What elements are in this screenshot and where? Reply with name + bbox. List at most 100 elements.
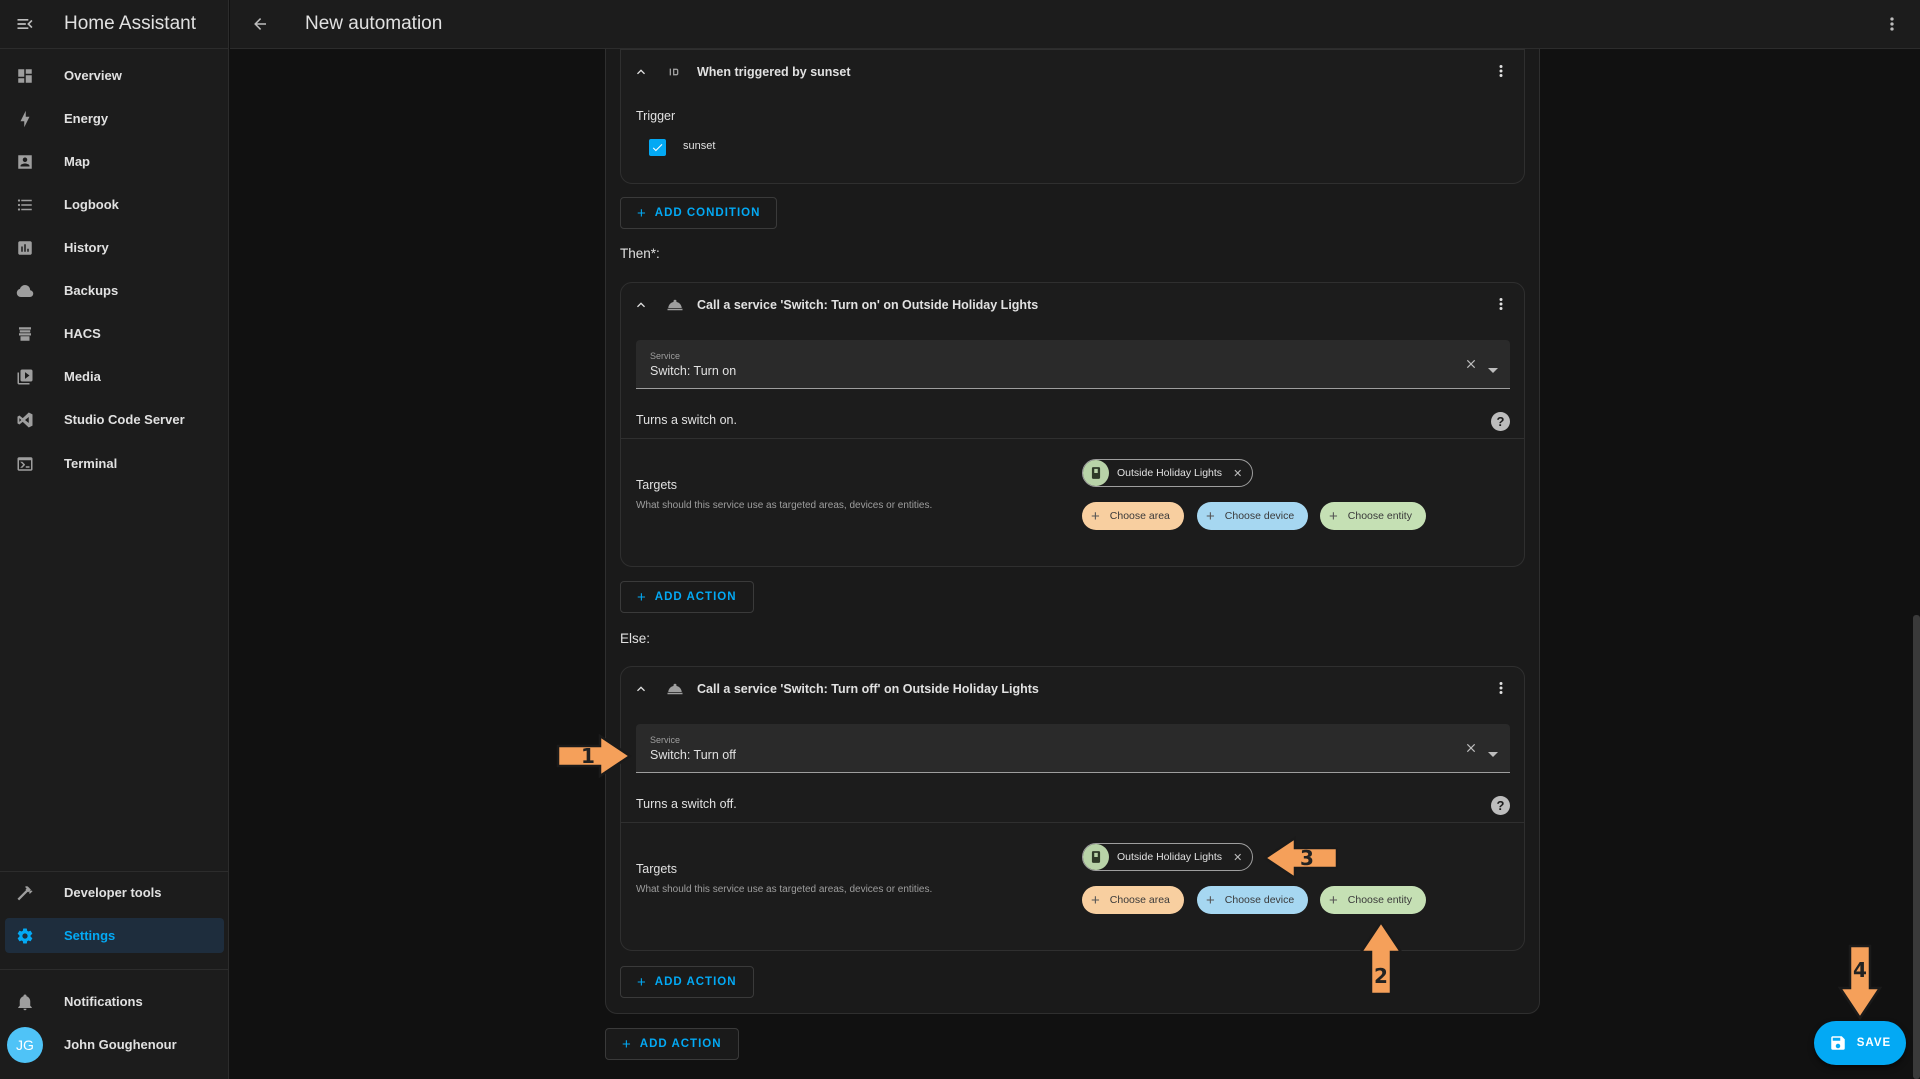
dots-vertical-icon[interactable]: [1492, 62, 1510, 85]
sidebar-item-label: HACS: [64, 326, 101, 341]
menu-toggle-button[interactable]: [0, 0, 49, 49]
chevron-up-icon[interactable]: [623, 297, 659, 313]
service-description: Turns a switch on.: [636, 413, 737, 427]
targets-title: Targets: [636, 478, 677, 492]
dashboard-icon: [5, 67, 45, 85]
choose-area-label: Choose area: [1109, 894, 1170, 906]
choose-entity-button[interactable]: + Choose entity: [1320, 502, 1426, 530]
save-button[interactable]: SAVE: [1814, 1021, 1906, 1065]
choose-entity-button[interactable]: + Choose entity: [1320, 886, 1426, 914]
sunset-checkbox[interactable]: [649, 139, 666, 156]
scrollbar[interactable]: [1913, 615, 1920, 1079]
entity-chip[interactable]: Outside Holiday Lights ✕: [1082, 843, 1254, 871]
add-condition-button[interactable]: + ADD CONDITION: [620, 197, 778, 229]
save-label: SAVE: [1856, 1037, 1892, 1049]
plus-icon: +: [637, 588, 647, 606]
avatar: JG: [7, 1026, 43, 1063]
plus-icon: +: [637, 973, 647, 991]
console-icon: [5, 455, 45, 473]
bell-icon: [5, 993, 45, 1011]
service-field-value: Switch: Turn off: [650, 748, 736, 762]
checkbox-label: sunset: [683, 140, 716, 152]
choose-device-button[interactable]: + Choose device: [1197, 502, 1309, 530]
sidebar-item-label: Logbook: [64, 197, 119, 212]
sidebar-item-label: Studio Code Server: [64, 412, 185, 427]
add-action-button-else[interactable]: + ADD ACTION: [620, 966, 754, 998]
chevron-up-icon[interactable]: [623, 64, 659, 80]
sidebar-item-developer-tools[interactable]: Developer tools: [5, 875, 224, 910]
arrow-left-icon: [254, 18, 266, 30]
plus-icon: +: [1091, 891, 1100, 909]
sidebar-item-backups[interactable]: Backups: [5, 273, 224, 308]
add-action-button-then[interactable]: + ADD ACTION: [620, 581, 754, 613]
room-service-icon: [663, 296, 687, 314]
more-menu-button[interactable]: [1882, 14, 1902, 39]
sidebar-item-history[interactable]: History: [5, 230, 224, 265]
sidebar-item-label: Settings: [64, 928, 116, 943]
add-condition-label: ADD CONDITION: [654, 207, 761, 219]
sidebar-item-map[interactable]: Map: [5, 144, 224, 179]
then-action-title: Call a service 'Switch: Turn on' on Outs…: [697, 298, 1039, 312]
sidebar-item-hacs[interactable]: HACS: [5, 316, 224, 351]
sidebar-item-notifications[interactable]: Notifications: [5, 984, 224, 1019]
content-save-icon: [1831, 1036, 1845, 1050]
sidebar-item-label: Media: [64, 369, 101, 384]
sidebar-item-overview[interactable]: Overview: [5, 58, 224, 93]
annotation-number: 4: [1853, 958, 1867, 982]
close-icon[interactable]: [1464, 741, 1478, 760]
sidebar-item-label: Overview: [64, 68, 122, 83]
annotation-number: 2: [1374, 964, 1388, 988]
room-service-icon: [663, 680, 687, 698]
choose-area-button[interactable]: + Choose area: [1082, 886, 1184, 914]
plus-icon: +: [1091, 507, 1100, 525]
service-description: Turns a switch off.: [636, 797, 737, 811]
hammer-icon: [5, 884, 45, 902]
close-icon[interactable]: ✕: [1233, 851, 1242, 864]
then-action-header[interactable]: Call a service 'Switch: Turn on' on Outs…: [621, 283, 1524, 327]
targets-title: Targets: [636, 862, 677, 876]
sidebar-item-label: Notifications: [64, 994, 143, 1009]
chevron-up-icon[interactable]: [623, 681, 659, 697]
choose-area-button[interactable]: + Choose area: [1082, 502, 1184, 530]
service-field-label: Service: [650, 351, 681, 361]
help-icon[interactable]: ?: [1491, 796, 1510, 815]
close-icon[interactable]: [1464, 357, 1478, 376]
service-picker[interactable]: Service Switch: Turn off: [636, 724, 1510, 773]
sidebar-item-label: Map: [64, 154, 90, 169]
sidebar-item-studio-code-server[interactable]: Studio Code Server: [5, 402, 224, 437]
help-icon[interactable]: ?: [1491, 412, 1510, 431]
sidebar-item-logbook[interactable]: Logbook: [5, 187, 224, 222]
dots-vertical-icon[interactable]: [1492, 295, 1510, 318]
choose-device-button[interactable]: + Choose device: [1197, 886, 1309, 914]
sidebar-divider: [0, 969, 229, 970]
targets-subtitle: What should this service use as targeted…: [636, 884, 933, 895]
menu-down-icon[interactable]: [1488, 361, 1498, 379]
condition-card-header[interactable]: When triggered by sunset: [621, 50, 1524, 94]
page-title: New automation: [305, 13, 443, 34]
divider: [621, 822, 1524, 823]
menu-down-icon[interactable]: [1488, 745, 1498, 763]
sidebar-item-settings[interactable]: Settings: [5, 918, 224, 953]
close-icon[interactable]: ✕: [1233, 467, 1242, 480]
sidebar-item-user[interactable]: JG John Goughenour: [5, 1026, 224, 1063]
menu-open-icon: [17, 19, 32, 29]
chart-box-icon: [5, 239, 45, 257]
sidebar-item-energy[interactable]: Energy: [5, 101, 224, 136]
else-action-header[interactable]: Call a service 'Switch: Turn off' on Out…: [621, 667, 1524, 711]
sidebar-divider: [0, 871, 229, 872]
service-picker[interactable]: Service Switch: Turn on: [636, 340, 1510, 389]
entity-chip[interactable]: Outside Holiday Lights ✕: [1082, 459, 1254, 487]
sidebar-item-media[interactable]: Media: [5, 359, 224, 394]
add-action-button-outer[interactable]: + ADD ACTION: [605, 1028, 739, 1060]
sidebar-item-terminal[interactable]: Terminal: [5, 446, 224, 481]
play-box-icon: [5, 368, 45, 386]
annotation-arrow-4: 4: [1837, 944, 1883, 1020]
condition-title: When triggered by sunset: [697, 65, 851, 79]
dots-vertical-icon[interactable]: [1492, 679, 1510, 702]
plus-icon: +: [637, 204, 647, 222]
sidebar-item-label: Terminal: [64, 456, 118, 471]
back-button[interactable]: [230, 0, 290, 49]
sidebar-item-label: Backups: [64, 283, 119, 298]
check-icon: [652, 144, 663, 152]
lightning-icon: [5, 110, 45, 128]
